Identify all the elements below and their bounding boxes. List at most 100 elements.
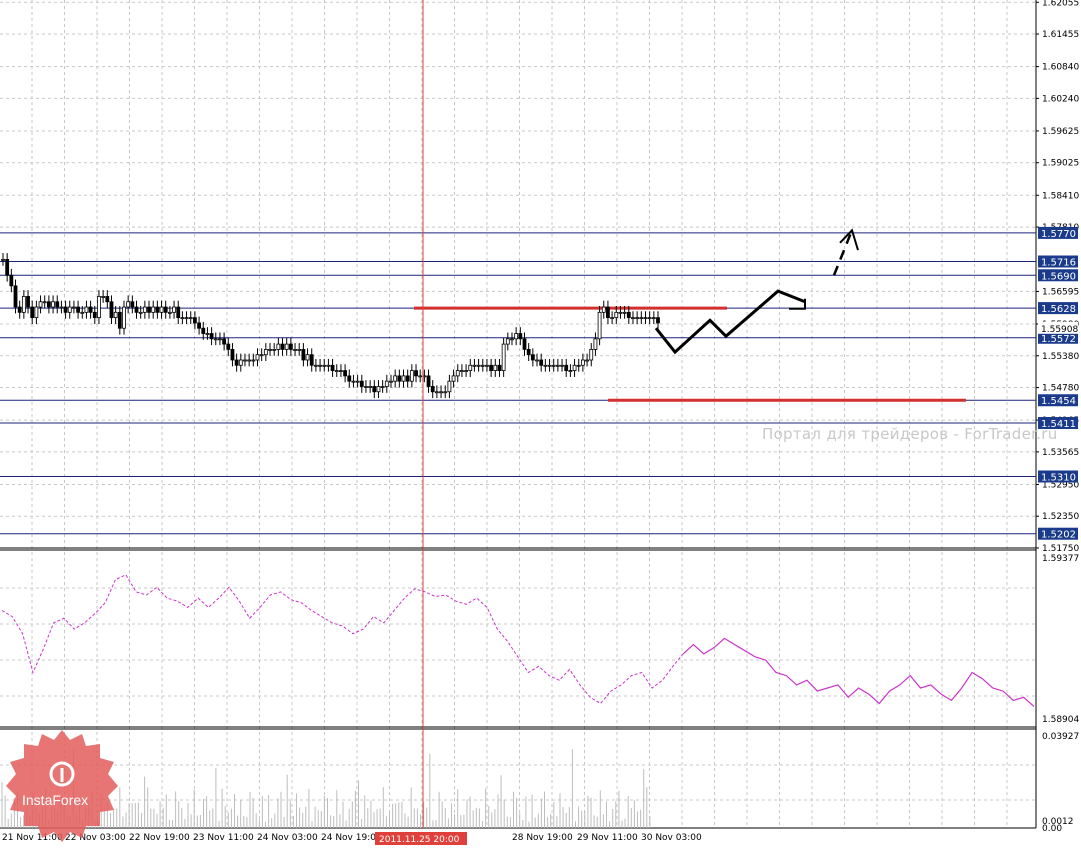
candle-body [401, 375, 406, 382]
candle-body [138, 311, 143, 314]
y-tick-label: 1.53565 [1042, 448, 1079, 458]
candle-body [213, 338, 218, 341]
indicator1-tick-label: 1.58904 [1042, 715, 1079, 725]
candle-body [318, 364, 322, 367]
candle-body [46, 301, 51, 308]
candle-body [172, 306, 176, 313]
candle-body [42, 301, 47, 304]
candle-body [405, 375, 410, 382]
y-tick-label: 1.52350 [1042, 512, 1079, 522]
candle-body [63, 306, 68, 313]
level-label: 1.5770 [1041, 229, 1076, 240]
candle-body [626, 311, 631, 319]
panel-borders [0, 0, 1037, 829]
indicator1-tick-label: 1.59377 [1042, 554, 1079, 564]
candle-body [130, 301, 135, 308]
candle-body [564, 364, 569, 371]
candle-body [30, 306, 35, 319]
candle-body [510, 338, 514, 341]
candle-body [105, 296, 110, 303]
candle-body [389, 380, 393, 383]
x-tick-label: 28 Nov 19:00 [512, 833, 573, 843]
y-tick-label: 1.51750 [1042, 544, 1079, 554]
candle-body [455, 370, 460, 377]
candle-body [17, 306, 22, 313]
candle-body [606, 306, 610, 319]
candle-body [255, 354, 260, 361]
candle-body [313, 364, 318, 367]
x-tick-label: 30 Nov 03:00 [641, 833, 702, 843]
y-tick-label: 1.56595 [1042, 287, 1079, 297]
level-label: 1.5628 [1041, 304, 1076, 315]
candle-body [222, 338, 227, 345]
candle-body [51, 301, 55, 308]
candle-body [59, 306, 64, 309]
candle-body [134, 306, 139, 313]
candle-body [109, 301, 114, 319]
y-tick-label: 1.60240 [1042, 94, 1079, 104]
candle-body [430, 386, 435, 393]
candle-body [343, 370, 348, 377]
candle-body [209, 333, 214, 340]
candle-body [184, 317, 189, 320]
candle-body [218, 338, 222, 341]
candle-body [330, 364, 335, 371]
candle-body [497, 364, 502, 371]
candle-body [656, 317, 660, 324]
grid [0, 0, 1036, 828]
candle-body [443, 391, 448, 394]
candle-body [643, 317, 648, 320]
candle-body [439, 391, 443, 394]
candle-body [301, 349, 306, 361]
candle-body [589, 349, 594, 361]
candle-body [251, 359, 256, 362]
candle-body [297, 349, 302, 351]
candle-body [113, 311, 118, 319]
crosshair-time-label: 2011.11.25 20:00 [379, 835, 460, 845]
y-tick-label: 1.62055 [1042, 0, 1079, 8]
candle-body [284, 343, 289, 350]
candle-body [276, 343, 281, 350]
level-label: 1.5310 [1041, 473, 1076, 484]
candle-body [5, 258, 10, 276]
y-tick-label: 1.58410 [1042, 191, 1079, 201]
x-tick-label: 29 Nov 11:00 [577, 833, 638, 843]
candle-body [476, 364, 481, 367]
candle-body [485, 364, 489, 367]
candle-body [572, 364, 577, 371]
candle-body [434, 391, 439, 394]
candle-body [97, 296, 101, 319]
candle-body [226, 343, 231, 350]
candle-body [464, 370, 468, 372]
candle-body [38, 301, 43, 308]
candle-body [480, 364, 485, 367]
candle-body [447, 380, 452, 393]
candle-body [364, 386, 368, 388]
candle-body [639, 317, 644, 320]
candle-body [176, 306, 181, 319]
candle-body [614, 311, 619, 319]
level-label: 1.5454 [1041, 396, 1076, 407]
candle-body [155, 306, 160, 313]
candle-body [288, 343, 293, 350]
price-axis: 1.62055 1.61455 1.60840 1.60240 1.59625 1.590… [1036, 0, 1079, 834]
candle-body [243, 359, 247, 362]
candle-body [84, 306, 89, 313]
candle-body [601, 306, 606, 313]
candle-body [122, 306, 126, 329]
current-price-label: 1.55908 [1041, 325, 1078, 335]
candle-body [380, 386, 385, 388]
candle-body [539, 359, 544, 366]
candle-body [651, 317, 656, 320]
level-label: 1.5716 [1041, 257, 1076, 268]
horizontal-levels [0, 232, 1036, 535]
candle-body [197, 322, 201, 329]
candle-body [530, 354, 535, 361]
candle-body [560, 364, 564, 367]
x-tick-label: 22 Nov 19:00 [129, 833, 190, 843]
candle-body [293, 349, 297, 351]
candle-body [489, 364, 494, 371]
level-label: 1.5202 [1041, 530, 1076, 541]
y-tick-label: 1.59625 [1042, 127, 1079, 137]
logo-text: InstaForex [22, 792, 89, 808]
